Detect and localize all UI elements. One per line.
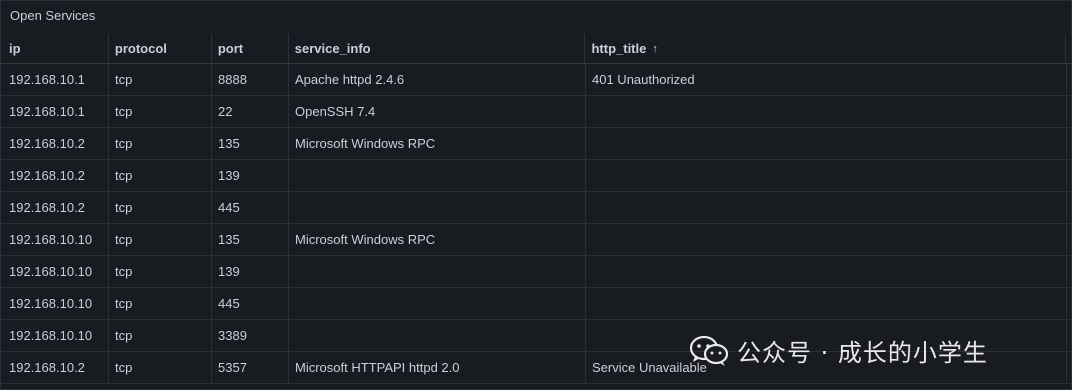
cell-service-info: Apache httpd 2.4.6 [289, 64, 586, 95]
cell-spacer [1067, 192, 1072, 223]
cell-protocol: tcp [109, 64, 212, 95]
cell-port: 445 [212, 288, 289, 319]
cell-ip: 192.168.10.10 [1, 288, 109, 319]
table-header-row: ip protocol port service_info http_title… [1, 34, 1072, 64]
cell-port: 139 [212, 256, 289, 287]
cell-protocol: tcp [109, 160, 212, 191]
cell-protocol: tcp [109, 128, 212, 159]
table-row[interactable]: 192.168.10.10 tcp 135 Microsoft Windows RPC [1, 224, 1072, 256]
column-header-label: http_title [591, 41, 647, 56]
cell-spacer [1067, 352, 1072, 383]
watermark-text: 公众号 · 成长的小学生 [737, 339, 988, 367]
cell-spacer [1067, 128, 1072, 159]
cell-port: 3389 [212, 320, 289, 351]
cell-http-title [586, 192, 1067, 223]
table-row[interactable]: 192.168.10.1 tcp 22 OpenSSH 7.4 [1, 96, 1072, 128]
table-row[interactable]: 192.168.10.10 tcp 445 [1, 288, 1072, 320]
column-header-http-title[interactable]: http_title ↑ [585, 34, 1067, 63]
column-header-spacer [1066, 34, 1072, 63]
table-row[interactable]: 192.168.10.2 tcp 445 [1, 192, 1072, 224]
cell-ip: 192.168.10.10 [1, 224, 109, 255]
column-header-label: protocol [114, 41, 167, 56]
cell-service-info [289, 192, 586, 223]
table-row[interactable]: 192.168.10.2 tcp 139 [1, 160, 1072, 192]
column-header-port[interactable]: port [212, 34, 289, 63]
cell-ip: 192.168.10.10 [1, 256, 109, 287]
cell-port: 135 [212, 128, 289, 159]
cell-service-info: Microsoft HTTPAPI httpd 2.0 [289, 352, 586, 383]
cell-http-title [586, 224, 1067, 255]
column-header-label: ip [9, 41, 21, 56]
cell-protocol: tcp [109, 96, 212, 127]
cell-service-info [289, 256, 586, 287]
column-header-label: service_info [294, 41, 371, 56]
cell-service-info: OpenSSH 7.4 [289, 96, 586, 127]
cell-port: 22 [212, 96, 289, 127]
cell-ip: 192.168.10.1 [1, 64, 109, 95]
table-row[interactable]: 192.168.10.2 tcp 135 Microsoft Windows RPC [1, 128, 1072, 160]
cell-service-info [289, 320, 586, 351]
cell-ip: 192.168.10.2 [1, 192, 109, 223]
cell-protocol: tcp [109, 288, 212, 319]
watermark: 公众号 · 成长的小学生 [689, 333, 988, 368]
wechat-icon [689, 335, 729, 367]
cell-ip: 192.168.10.2 [1, 352, 109, 383]
cell-service-info [289, 288, 586, 319]
table-row[interactable]: 192.168.10.1 tcp 8888 Apache httpd 2.4.6 401… [1, 64, 1072, 96]
cell-protocol: tcp [109, 224, 212, 255]
cell-protocol: tcp [109, 352, 212, 383]
cell-port: 8888 [212, 64, 289, 95]
cell-spacer [1067, 224, 1072, 255]
cell-http-title [586, 128, 1067, 159]
column-header-protocol[interactable]: protocol [109, 34, 212, 63]
cell-service-info [289, 160, 586, 191]
cell-spacer [1067, 320, 1072, 351]
cell-http-title: 401 Unauthorized [586, 64, 1067, 95]
cell-service-info: Microsoft Windows RPC [289, 224, 586, 255]
column-header-service-info[interactable]: service_info [289, 34, 586, 63]
cell-http-title [586, 96, 1067, 127]
open-services-panel: Open Services ip protocol port service_i… [0, 0, 1072, 390]
cell-port: 135 [212, 224, 289, 255]
cell-port: 139 [212, 160, 289, 191]
cell-spacer [1067, 160, 1072, 191]
sort-ascending-icon[interactable]: ↑ [652, 43, 658, 55]
cell-port: 445 [212, 192, 289, 223]
cell-port: 5357 [212, 352, 289, 383]
cell-protocol: tcp [109, 192, 212, 223]
cell-ip: 192.168.10.2 [1, 160, 109, 191]
services-table: ip protocol port service_info http_title… [1, 34, 1072, 384]
panel-title: Open Services [10, 8, 96, 23]
cell-ip: 192.168.10.2 [1, 128, 109, 159]
cell-spacer [1067, 256, 1072, 287]
cell-protocol: tcp [109, 256, 212, 287]
cell-ip: 192.168.10.1 [1, 96, 109, 127]
cell-http-title [586, 256, 1067, 287]
cell-service-info: Microsoft Windows RPC [289, 128, 586, 159]
cell-spacer [1067, 288, 1072, 319]
cell-http-title [586, 288, 1067, 319]
cell-spacer [1067, 96, 1072, 127]
cell-ip: 192.168.10.10 [1, 320, 109, 351]
column-header-ip[interactable]: ip [1, 34, 109, 63]
table-row[interactable]: 192.168.10.10 tcp 139 [1, 256, 1072, 288]
cell-spacer [1067, 64, 1072, 95]
cell-protocol: tcp [109, 320, 212, 351]
column-header-label: port [217, 41, 244, 56]
cell-http-title [586, 160, 1067, 191]
